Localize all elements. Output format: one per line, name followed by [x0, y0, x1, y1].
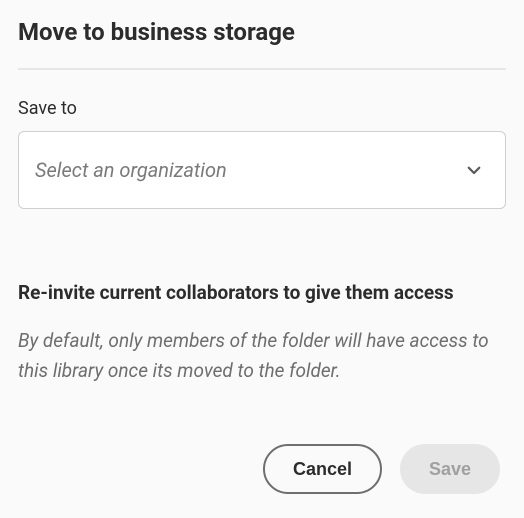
button-row: Cancel Save [18, 444, 506, 494]
save-button[interactable]: Save [400, 444, 500, 494]
reinvite-description: By default, only members of the folder w… [18, 326, 506, 387]
cancel-button[interactable]: Cancel [263, 444, 382, 494]
reinvite-heading: Re-invite current collaborators to give … [18, 281, 506, 306]
organization-select-placeholder: Select an organization [35, 158, 227, 182]
save-to-label: Save to [18, 98, 506, 119]
organization-select[interactable]: Select an organization [18, 131, 506, 209]
chevron-down-icon [465, 161, 483, 179]
dialog-title: Move to business storage [18, 18, 506, 46]
divider [18, 68, 506, 70]
